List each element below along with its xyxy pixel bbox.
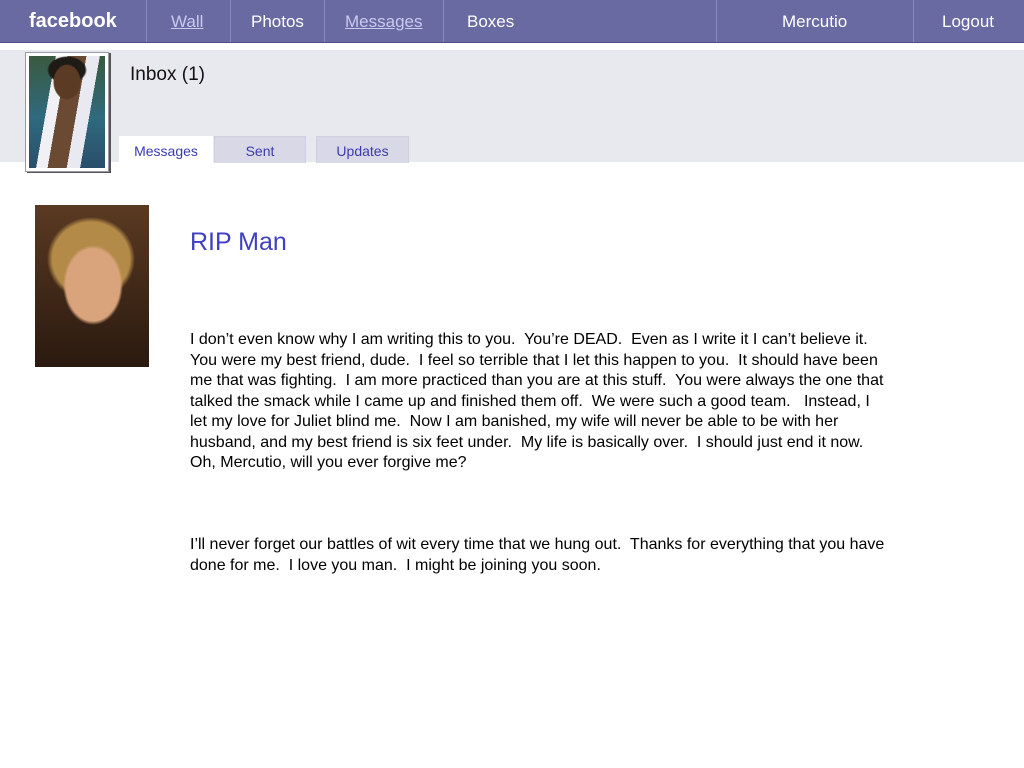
nav-divider	[716, 0, 717, 42]
message-paragraph: I don’t even know why I am writing this …	[190, 331, 888, 471]
nav-divider	[230, 0, 231, 42]
tab-updates[interactable]: Updates	[316, 136, 409, 163]
message-body: I don’t even know why I am writing this …	[190, 289, 890, 617]
profile-picture-frame[interactable]	[25, 52, 109, 172]
nav-messages-link[interactable]: Messages	[345, 0, 422, 42]
facebook-logo[interactable]: facebook	[29, 0, 117, 42]
nav-boxes-link[interactable]: Boxes	[467, 0, 514, 42]
tab-messages[interactable]: Messages	[119, 136, 213, 163]
nav-divider	[913, 0, 914, 42]
logout-link[interactable]: Logout	[942, 0, 994, 42]
nav-divider	[146, 0, 147, 42]
profile-picture[interactable]	[29, 56, 105, 168]
tab-sent[interactable]: Sent	[214, 136, 306, 163]
top-nav-bar: facebook Wall Photos Messages Boxes Merc…	[0, 0, 1024, 43]
message-paragraph: I’ll never forget our battles of wit eve…	[190, 536, 889, 574]
nav-wall-link[interactable]: Wall	[171, 0, 203, 42]
nav-divider	[443, 0, 444, 42]
nav-divider	[324, 0, 325, 42]
nav-user-name[interactable]: Mercutio	[782, 0, 847, 42]
inbox-title: Inbox (1)	[130, 64, 205, 85]
sender-avatar[interactable]	[35, 205, 149, 367]
message-subject: RIP Man	[190, 228, 287, 256]
nav-photos-link[interactable]: Photos	[251, 0, 304, 42]
